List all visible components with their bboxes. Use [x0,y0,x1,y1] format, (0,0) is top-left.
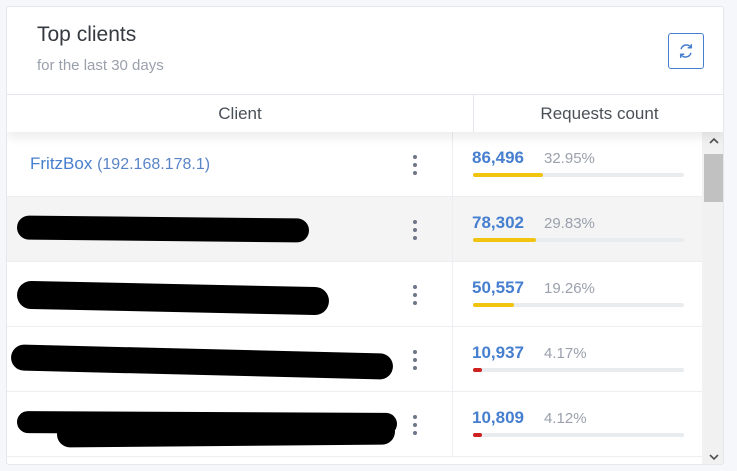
progress-bar [473,433,684,437]
progress-bar [473,238,684,242]
chevron-up-icon [708,137,719,144]
requests-count-cell: 86,496 32.95% [452,132,702,197]
redaction-mark [56,418,396,448]
progress-bar-fill [473,433,482,437]
client-cell [7,327,452,392]
progress-bar-fill [473,368,482,372]
table-row: 10,809 4.12% [7,392,702,457]
client-link[interactable]: FritzBox (192.168.178.1) [30,154,210,174]
top-clients-card: Top clients for the last 30 days Client … [6,6,724,465]
table-scrollbar[interactable] [702,132,723,464]
request-percent: 32.95% [544,150,595,167]
progress-bar-fill [473,173,543,177]
refresh-icon [679,44,693,58]
request-count: 50,557 [472,278,524,297]
request-count: 86,496 [472,148,524,167]
requests-count-cell: 50,557 19.26% [452,262,702,327]
progress-bar [473,303,684,307]
redaction-mark [16,215,310,243]
row-menu-button[interactable] [402,150,428,180]
requests-count-cell: 78,302 29.83% [452,197,702,262]
client-name: FritzBox [30,154,93,173]
progress-bar [473,368,684,372]
row-menu-button[interactable] [402,280,428,310]
redaction-mark [16,280,330,316]
client-ip: (192.168.178.1) [97,156,211,173]
request-percent: 4.12% [544,410,587,427]
progress-bar-fill [473,238,536,242]
card-subtitle: for the last 30 days [37,57,164,74]
card-title: Top clients [37,23,137,46]
column-header-requests-count[interactable]: Requests count [473,95,723,132]
request-percent: 4.17% [544,345,587,362]
table-row: 50,557 19.26% [7,262,702,327]
redaction-mark [10,344,394,380]
client-cell [7,262,452,327]
request-count: 10,937 [472,343,524,362]
request-percent: 19.26% [544,280,595,297]
table-row: 78,302 29.83% [7,197,702,262]
requests-count-cell: 10,809 4.12% [452,392,702,457]
progress-bar-fill [473,303,514,307]
request-count: 78,302 [472,213,524,232]
table-row: 10,937 4.17% [7,327,702,392]
column-header-client[interactable]: Client [7,95,473,132]
table-row: FritzBox (192.168.178.1) 86,496 32.95% [7,132,702,197]
chevron-down-icon [708,454,719,461]
request-percent: 29.83% [544,215,595,232]
card-header: Top clients for the last 30 days [7,7,723,95]
scroll-down-button[interactable] [702,448,723,464]
scroll-thumb[interactable] [704,154,723,202]
refresh-button[interactable] [668,33,704,69]
requests-count-cell: 10,937 4.17% [452,327,702,392]
scroll-up-button[interactable] [702,132,723,150]
client-cell [7,197,452,262]
row-menu-button[interactable] [402,345,428,375]
table-header: Client Requests count [7,94,723,132]
row-menu-button[interactable] [402,410,428,440]
client-cell [7,392,452,457]
progress-bar [473,173,684,177]
clients-table-body: FritzBox (192.168.178.1) 86,496 32.95% 7… [7,132,702,464]
client-cell: FritzBox (192.168.178.1) [7,132,452,197]
request-count: 10,809 [472,408,524,427]
row-menu-button[interactable] [402,215,428,245]
